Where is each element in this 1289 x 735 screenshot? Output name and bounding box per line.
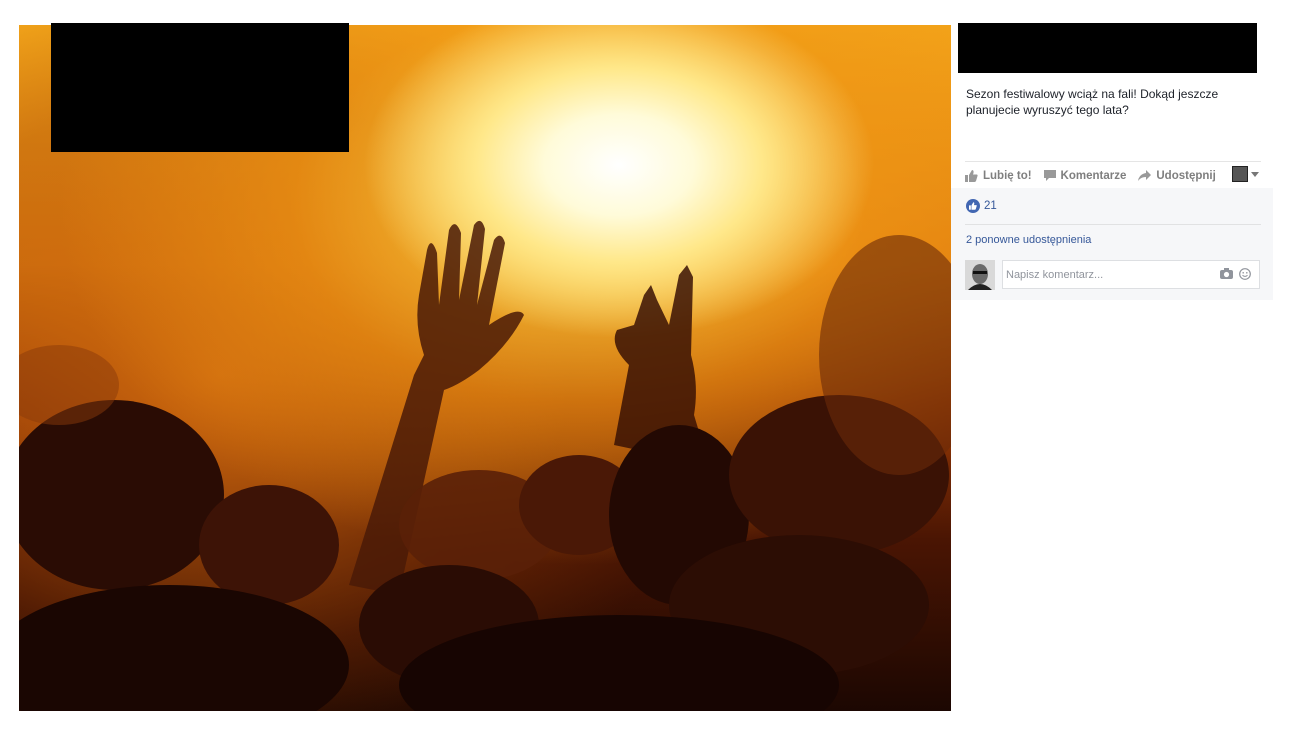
camera-icon[interactable] <box>1220 268 1233 283</box>
like-label: Lubię to! <box>983 169 1032 182</box>
comment-placeholder: Napisz komentarz... <box>1006 269 1104 281</box>
redacted-page-name <box>958 23 1257 73</box>
post-side-panel: Sezon festiwalowy wciąż na fali! Dokąd j… <box>951 23 1273 300</box>
share-icon <box>1138 170 1152 181</box>
post-actions-bar: Lubię to! Komentarze Udostępnij <box>965 161 1261 189</box>
like-button[interactable]: Lubię to! <box>965 169 1032 182</box>
comment-icon <box>1043 170 1056 181</box>
like-reaction-icon <box>966 199 980 213</box>
avatar <box>965 260 995 290</box>
comment-input[interactable]: Napisz komentarz... <box>1002 260 1260 289</box>
like-count: 21 <box>984 200 997 212</box>
redacted-page-logo <box>51 23 349 152</box>
share-button[interactable]: Udostępnij <box>1138 169 1216 182</box>
thumbs-up-icon <box>965 169 978 182</box>
reactions-summary[interactable]: 21 <box>966 199 997 213</box>
comment-label: Komentarze <box>1060 169 1127 182</box>
shares-link[interactable]: 2 ponowne udostępnienia <box>966 234 1091 246</box>
comment-input-icons <box>1214 268 1251 283</box>
divider <box>965 224 1261 225</box>
page-avatar-mini <box>1232 166 1248 182</box>
comment-composer: Napisz komentarz... <box>965 260 1262 292</box>
emoji-icon[interactable] <box>1239 268 1251 283</box>
share-label: Udostępnij <box>1156 169 1216 182</box>
chevron-down-icon <box>1251 171 1259 177</box>
comment-button[interactable]: Komentarze <box>1043 169 1127 182</box>
post-text: Sezon festiwalowy wciąż na fali! Dokąd j… <box>966 87 1219 117</box>
post-as-selector[interactable] <box>1232 166 1259 182</box>
post-feedback-area: 21 2 ponowne udostępnienia Napisz koment… <box>951 188 1273 300</box>
